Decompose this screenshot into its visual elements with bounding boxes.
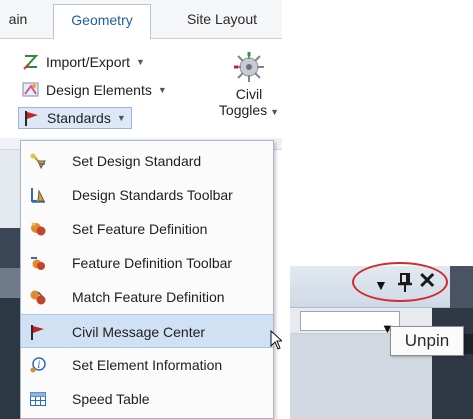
menu-item-label: Feature Definition Toolbar [72, 255, 233, 271]
civil-message-center-icon [29, 323, 47, 341]
chevron-down-icon: ▼ [136, 57, 145, 67]
panel-title-bar-edge [450, 266, 473, 308]
standards-flag-icon [23, 109, 41, 127]
match-feature-definition-icon [29, 288, 47, 306]
civil-toggles-button[interactable]: Civil Toggles ▼ [216, 46, 282, 134]
menu-item-label: Speed Table [72, 391, 150, 407]
menu-item-label: Design Standards Toolbar [72, 187, 233, 203]
pin-icon[interactable] [395, 272, 415, 297]
background-dark-area [0, 298, 22, 419]
menu-item-label: Civil Message Center [72, 324, 206, 340]
set-feature-definition-icon [29, 220, 47, 238]
chevron-down-icon: ▼ [270, 107, 280, 117]
import-export-button[interactable]: Import/Export ▼ [22, 51, 145, 73]
menu-item-speed-table[interactable]: Speed Table [21, 382, 273, 416]
import-export-label: Import/Export [46, 54, 131, 70]
panel-zoom-inset: ▼ ✕ ▼ Unpin [270, 0, 473, 419]
unpin-tooltip: Unpin [390, 326, 464, 356]
menu-item-set-feature-definition[interactable]: Set Feature Definition [21, 212, 273, 246]
import-export-icon [22, 53, 40, 71]
panel-dark-region [432, 308, 473, 419]
standards-dropdown-menu: Set Design Standard Design Standards Too… [20, 140, 274, 419]
menu-item-label: Set Design Standard [72, 153, 202, 169]
design-elements-button[interactable]: Design Elements ▼ [22, 79, 167, 101]
mouse-cursor-icon [270, 329, 284, 353]
menu-item-label: Set Element Information [72, 357, 223, 373]
civil-toggles-icon [234, 52, 264, 82]
menu-item-feature-definition-toolbar[interactable]: Feature Definition Toolbar [21, 246, 273, 280]
civil-toggles-label-line2: Toggles ▼ [216, 102, 282, 120]
tab-site-layout[interactable]: Site Layout [168, 4, 276, 39]
menu-item-set-design-standard[interactable]: Set Design Standard [21, 144, 273, 178]
civil-toggles-label-line1: Civil [235, 86, 263, 102]
chevron-down-icon: ▼ [157, 85, 167, 95]
menu-item-civil-message-center[interactable]: Civil Message Center [21, 314, 273, 348]
civil-toggles-label-text: Toggles [218, 102, 268, 118]
dropdown-arrow-icon[interactable]: ▼ [374, 277, 388, 293]
menu-item-set-element-information[interactable]: i Set Element Information [21, 348, 273, 382]
svg-text:i: i [37, 360, 40, 371]
menu-item-label: Match Feature Definition [72, 289, 225, 305]
design-elements-label: Design Elements [46, 82, 152, 98]
design-elements-icon [22, 81, 40, 99]
set-element-information-icon: i [29, 356, 47, 374]
ribbon-screenshot: ain Geometry Site Layout Import/Export ▼… [0, 0, 282, 419]
set-design-standard-icon [29, 152, 47, 170]
feature-definition-toolbar-icon [29, 254, 47, 272]
menu-item-match-feature-definition[interactable]: Match Feature Definition [21, 280, 273, 314]
close-icon[interactable]: ✕ [418, 270, 436, 292]
menu-item-label: Set Feature Definition [72, 221, 208, 237]
ribbon-tab-bar: ain Geometry Site Layout [0, 0, 282, 40]
speed-table-icon [29, 390, 47, 408]
standards-button[interactable]: Standards ▼ [18, 107, 132, 129]
tab-drawing[interactable]: ain [0, 4, 38, 39]
standards-label: Standards [47, 110, 111, 126]
tab-geometry[interactable]: Geometry [53, 4, 151, 40]
background-mid-area [0, 268, 22, 298]
design-standards-toolbar-icon [29, 186, 47, 204]
chevron-down-icon: ▼ [116, 113, 126, 123]
background-dark-area [0, 228, 22, 268]
menu-item-design-standards-toolbar[interactable]: Design Standards Toolbar [21, 178, 273, 212]
